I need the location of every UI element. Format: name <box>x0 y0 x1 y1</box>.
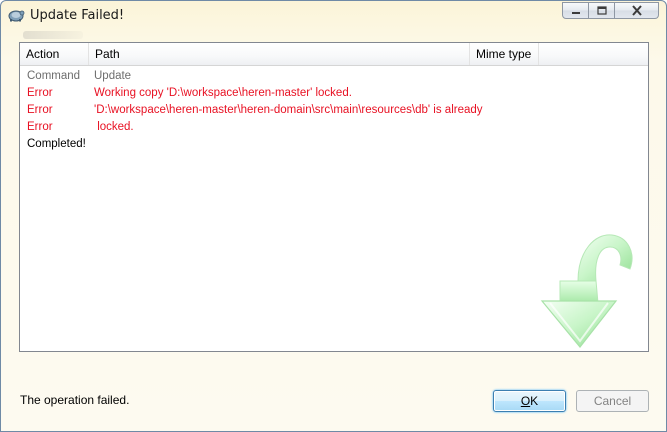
column-header-action[interactable]: Action <box>20 43 89 65</box>
row-action: Error <box>27 87 53 99</box>
maximize-button[interactable] <box>589 2 615 19</box>
table-row[interactable]: Completed! <box>20 136 648 153</box>
ok-button[interactable]: OK <box>493 390 566 412</box>
table-row[interactable]: Command Update <box>20 68 648 85</box>
close-button[interactable] <box>615 2 659 19</box>
update-failed-dialog: Update Failed! Action Path Mime type Com… <box>0 0 667 432</box>
row-action: Command <box>27 70 81 82</box>
log-list[interactable]: Action Path Mime type Command Update Err… <box>19 42 649 352</box>
window-title: Update Failed! <box>30 8 125 23</box>
tortoise-svn-icon <box>7 7 25 23</box>
maximize-icon <box>596 5 607 15</box>
column-header-path[interactable]: Path <box>89 43 470 65</box>
update-arrow-icon <box>540 234 633 348</box>
close-icon <box>631 5 642 16</box>
table-row[interactable]: Error 'D:\workspace\heren-master\heren-d… <box>20 102 648 119</box>
table-row[interactable]: Error Working copy 'D:\workspace\heren-m… <box>20 85 648 102</box>
minimize-button[interactable] <box>562 2 589 19</box>
ok-label-mnemonic: O <box>520 394 531 408</box>
row-path: Working copy 'D:\workspace\heren-master'… <box>94 87 352 99</box>
ok-label-rest: K <box>530 394 539 408</box>
column-header-mime-type[interactable]: Mime type <box>470 43 539 65</box>
row-action: Error <box>27 121 53 133</box>
minimize-icon <box>571 11 580 14</box>
log-header: Action Path Mime type <box>20 43 648 66</box>
blurred-text <box>23 31 83 39</box>
table-row[interactable]: Error locked. <box>20 119 648 136</box>
caption-buttons <box>562 2 659 21</box>
row-action: Error <box>27 104 53 116</box>
status-message: The operation failed. <box>20 393 130 407</box>
log-rows: Command Update Error Working copy 'D:\wo… <box>20 68 648 153</box>
title-bar[interactable]: Update Failed! <box>1 1 666 31</box>
cancel-button[interactable]: Cancel <box>576 390 649 412</box>
row-action: Completed! <box>27 138 86 150</box>
row-path: locked. <box>94 121 134 133</box>
row-path: Update <box>94 70 132 82</box>
row-path: 'D:\workspace\heren-master\heren-domain\… <box>94 104 483 116</box>
